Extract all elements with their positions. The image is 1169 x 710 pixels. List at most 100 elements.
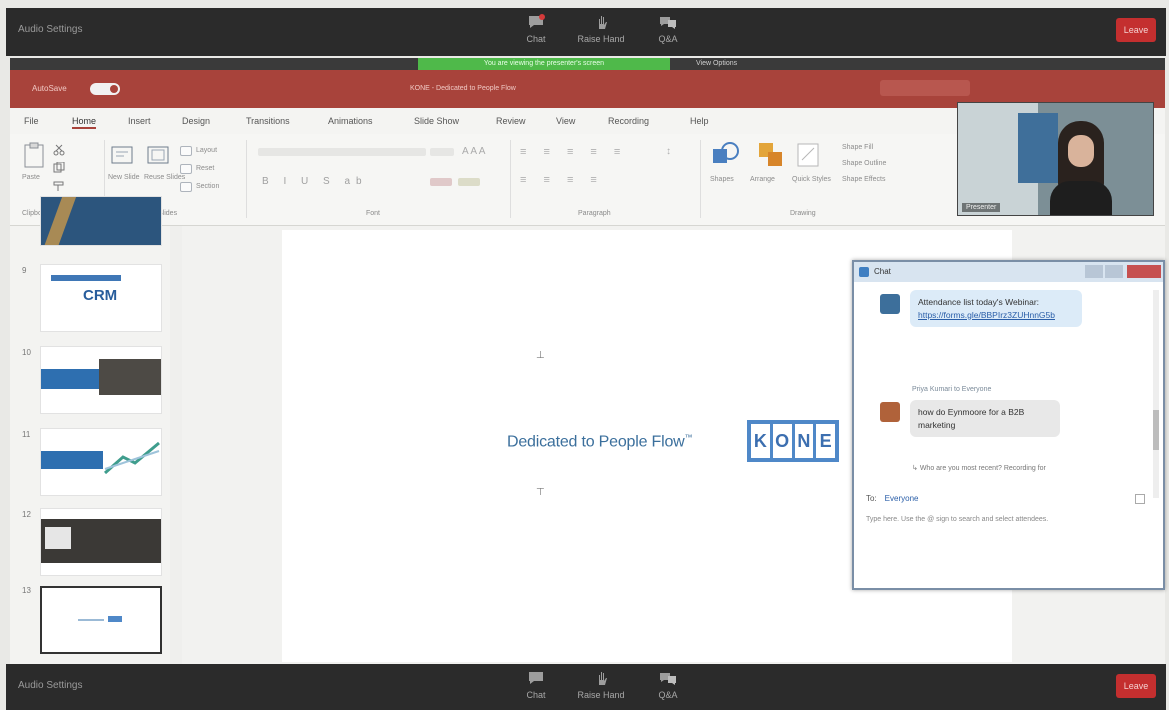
video-background-sign [1018, 113, 1058, 183]
font-size-buttons[interactable]: A A A [462, 146, 485, 157]
tab-file[interactable]: File [24, 116, 39, 126]
chat-scrollbar-thumb[interactable] [1153, 410, 1159, 450]
slide-thumbnail-selected[interactable] [40, 586, 162, 654]
quick-styles-label[interactable]: Quick Styles [792, 176, 831, 183]
audio-settings-label[interactable]: Audio Settings [18, 24, 83, 35]
slide-thumbnail[interactable]: CRM [40, 264, 162, 332]
logo-letter: O [772, 424, 792, 458]
font-color-button[interactable] [430, 178, 452, 186]
reuse-slides-label[interactable]: Reuse Slides [144, 174, 185, 181]
paste-label[interactable]: Paste [22, 174, 40, 181]
raise-hand-button[interactable]: Raise Hand [576, 14, 626, 44]
thumbnail-photo [99, 359, 161, 395]
font-name-select[interactable] [258, 148, 426, 156]
shape-effects-button[interactable]: Shape Effects [842, 176, 885, 183]
shape-fill-button[interactable]: Shape Fill [842, 144, 873, 151]
chat-scrollbar[interactable] [1153, 290, 1159, 498]
new-slide-label[interactable]: New Slide [108, 174, 140, 181]
font-size-select[interactable] [430, 148, 454, 156]
search-box[interactable] [880, 80, 970, 96]
layout-icon[interactable] [180, 146, 192, 156]
kone-logo[interactable]: K O N E [747, 420, 839, 462]
slide-thumbnail[interactable] [40, 346, 162, 414]
reuse-slides-icon[interactable] [146, 144, 172, 168]
leave-button[interactable]: Leave [1116, 18, 1156, 42]
video-person-face [1068, 135, 1094, 167]
qa-button[interactable]: Q&A [643, 670, 693, 700]
tab-home[interactable]: Home [72, 116, 97, 129]
reset-label[interactable]: Reset [196, 165, 214, 172]
chat-button[interactable]: Chat [511, 14, 561, 44]
tab-insert[interactable]: Insert [128, 116, 151, 126]
chat-message-link[interactable]: https://forms.gle/BBPIrz3ZUHnnG5b [918, 309, 1074, 322]
file-icon[interactable] [1135, 494, 1145, 504]
view-options-button[interactable]: View Options [696, 58, 737, 70]
slide-thumbnail[interactable] [40, 428, 162, 496]
align-buttons[interactable]: ≡ ≡ ≡ ≡ [520, 174, 604, 186]
slide-number: 11 [22, 430, 31, 439]
shapes-icon[interactable] [710, 140, 740, 170]
chat-title: Chat [874, 267, 891, 276]
format-painter-icon[interactable] [52, 180, 66, 192]
audio-settings-label[interactable]: Audio Settings [18, 680, 83, 691]
section-icon[interactable] [180, 182, 192, 192]
ribbon-separator [700, 140, 701, 218]
tab-slide-show[interactable]: Slide Show [414, 116, 459, 126]
chat-title-bar[interactable]: Chat [854, 262, 1163, 282]
quick-styles-icon[interactable] [796, 142, 822, 170]
slide-cursor-mark: ⊥ [536, 350, 545, 361]
copy-icon[interactable] [52, 162, 66, 174]
slide-number: 12 [22, 510, 31, 519]
slide-number: 9 [22, 266, 27, 275]
cut-icon[interactable] [52, 144, 66, 156]
sender-avatar [880, 294, 900, 314]
slide-thumbnail[interactable] [40, 508, 162, 576]
shape-outline-button[interactable]: Shape Outline [842, 160, 886, 167]
thumbnail-scrollbar[interactable] [170, 226, 182, 666]
tab-review[interactable]: Review [496, 116, 526, 126]
chat-button[interactable]: Chat [511, 670, 561, 700]
close-button[interactable] [1127, 265, 1161, 278]
list-buttons[interactable]: ≡ ≡ ≡ ≡ ≡ [520, 146, 627, 158]
video-person-body [1050, 181, 1112, 215]
arrange-label[interactable]: Arrange [750, 176, 775, 183]
tab-design[interactable]: Design [182, 116, 210, 126]
new-slide-icon[interactable] [110, 144, 136, 168]
reply-hint[interactable]: ↳ Who are you most recent? Recording for [912, 464, 1046, 472]
raise-hand-label: Raise Hand [577, 34, 625, 44]
chat-button-label: Chat [526, 690, 546, 700]
slide-thumbnail[interactable] [40, 196, 162, 246]
participant-video-tile[interactable]: Presenter [957, 102, 1154, 216]
minimize-button[interactable] [1085, 265, 1103, 278]
font-format-buttons[interactable]: B I U S ab [262, 176, 368, 187]
slide-tagline[interactable]: Dedicated to People Flow™ [507, 433, 693, 451]
chat-input[interactable]: Type here. Use the @ sign to search and … [866, 516, 1151, 523]
tab-help[interactable]: Help [690, 116, 709, 126]
tab-recording[interactable]: Recording [608, 116, 649, 126]
reset-icon[interactable] [180, 164, 192, 174]
recipient-select[interactable]: Everyone [885, 494, 919, 503]
tab-animations[interactable]: Animations [328, 116, 373, 126]
maximize-button[interactable] [1105, 265, 1123, 278]
qa-button-label: Q&A [658, 34, 678, 44]
slide-number: 13 [22, 586, 31, 595]
text-direction-button[interactable]: ↕ [666, 146, 671, 157]
highlight-button[interactable] [458, 178, 480, 186]
paste-icon[interactable] [22, 142, 48, 170]
drawing-group-label: Drawing [790, 210, 816, 217]
thumbnail-inset [45, 527, 71, 549]
tab-view[interactable]: View [556, 116, 575, 126]
arrange-icon[interactable] [756, 140, 786, 170]
tagline-text: Dedicated to People Flow [507, 433, 685, 451]
chat-recipient-row: To: Everyone [866, 494, 918, 503]
raise-hand-button[interactable]: Raise Hand [576, 670, 626, 700]
autosave-toggle[interactable] [90, 83, 120, 95]
reply-hint-text: Who are you most recent? Recording for [919, 465, 1046, 472]
chat-sender-line: Priya Kumari to Everyone [912, 386, 992, 393]
tab-transitions[interactable]: Transitions [246, 116, 290, 126]
shapes-label[interactable]: Shapes [710, 176, 734, 183]
layout-label[interactable]: Layout [196, 147, 217, 154]
leave-button[interactable]: Leave [1116, 674, 1156, 698]
section-label[interactable]: Section [196, 183, 219, 190]
qa-button[interactable]: Q&A [643, 14, 693, 44]
